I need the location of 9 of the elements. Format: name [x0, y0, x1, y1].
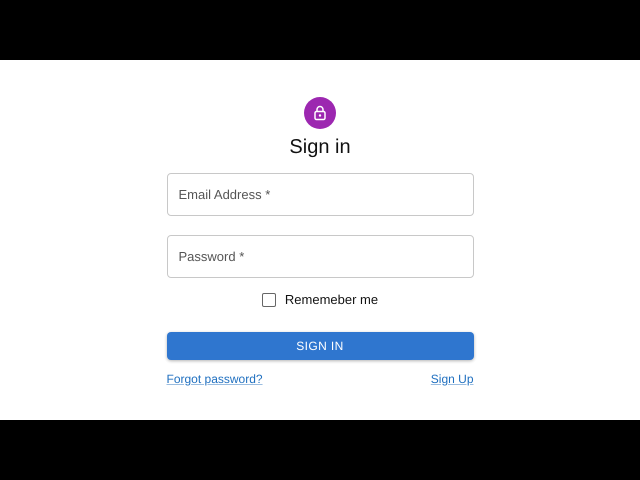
sign-in-button[interactable]: SIGN IN	[166, 332, 474, 360]
checkbox[interactable]	[262, 292, 276, 306]
input-field[interactable]: Email Address *	[166, 173, 474, 216]
link[interactable]: Sign Up	[430, 372, 474, 386]
checkbox-label: Rememeber me	[284, 292, 378, 307]
page-title: Sign in	[289, 135, 351, 160]
link[interactable]: Forgot password?	[166, 372, 263, 386]
input-field[interactable]: Password *	[166, 235, 474, 278]
lock-icon	[304, 97, 336, 129]
